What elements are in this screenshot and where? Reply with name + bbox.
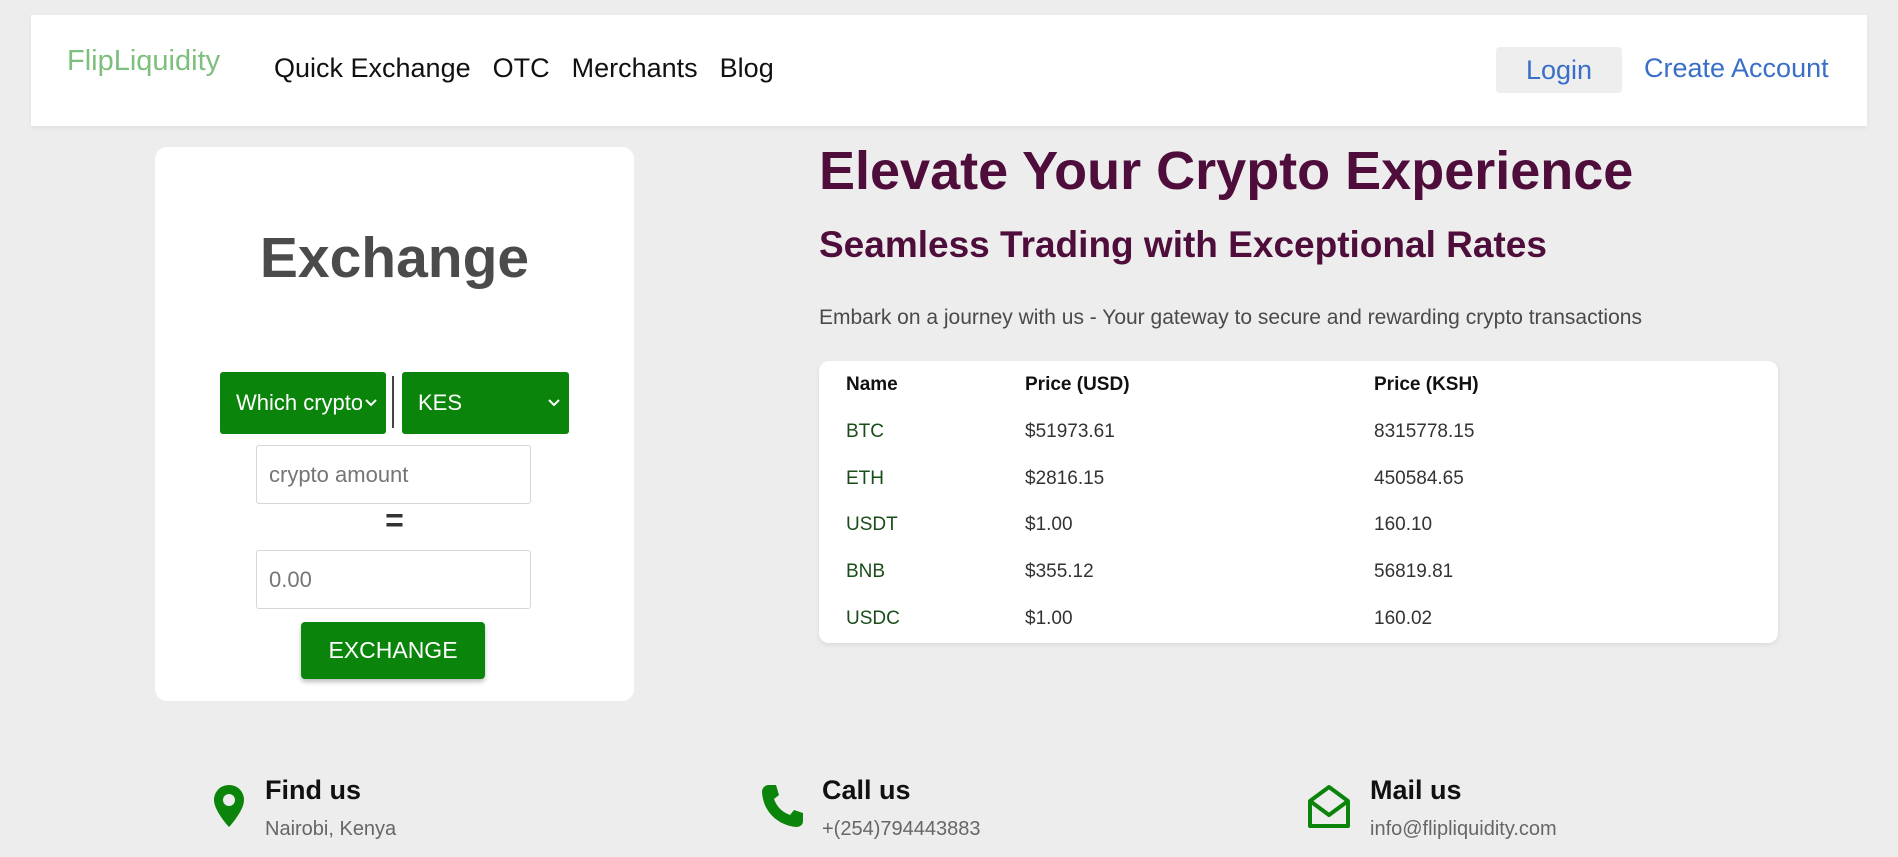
exchange-button[interactable]: EXCHANGE — [301, 622, 485, 679]
nav-quick-exchange[interactable]: Quick Exchange — [274, 53, 471, 84]
contact-title: Call us — [822, 775, 911, 805]
coin-name: USDC — [846, 608, 900, 629]
nav-blog[interactable]: Blog — [720, 53, 774, 84]
contact-title: Mail us — [1370, 775, 1462, 805]
fiat-select-value: KES — [418, 390, 463, 415]
brand-logo[interactable]: FlipLiquidity — [67, 45, 220, 78]
coin-name: USDT — [846, 514, 898, 535]
exchange-card: Exchange Which crypto KES = EXCHANGE — [155, 147, 634, 701]
contact-title: Find us — [265, 775, 361, 805]
hero-description: Embark on a journey with us - Your gatew… — [819, 306, 1642, 329]
table-row: BNB $355.12 56819.81 — [819, 561, 1778, 601]
price-ksh: 56819.81 — [1374, 561, 1454, 582]
contact-address: Nairobi, Kenya — [265, 818, 397, 840]
price-usd: $2816.15 — [1025, 468, 1105, 489]
crypto-price-table: Name Price (USD) Price (KSH) BTC $51973.… — [819, 361, 1778, 643]
phone-icon — [760, 783, 804, 834]
table-row: USDT $1.00 160.10 — [819, 514, 1778, 554]
crypto-amount-input[interactable] — [256, 445, 531, 504]
top-navbar: FlipLiquidity Quick Exchange OTC Merchan… — [31, 15, 1867, 126]
column-header-usd: Price (USD) — [1025, 374, 1130, 395]
table-row: USDC $1.00 160.02 — [819, 608, 1778, 648]
login-button[interactable]: Login — [1496, 47, 1622, 93]
create-account-link[interactable]: Create Account — [1644, 53, 1829, 84]
price-usd: $355.12 — [1025, 561, 1094, 582]
contact-email[interactable]: info@flipliquidity.com — [1370, 818, 1557, 841]
coin-name: BNB — [846, 561, 886, 582]
coin-name: BTC — [846, 421, 884, 442]
select-divider — [392, 376, 394, 428]
crypto-select[interactable]: Which crypto — [220, 372, 386, 434]
chevron-down-icon — [362, 372, 380, 434]
column-header-name: Name — [846, 374, 898, 395]
nav-otc[interactable]: OTC — [493, 53, 550, 84]
price-usd: $1.00 — [1025, 608, 1073, 629]
converted-amount-field[interactable] — [256, 550, 531, 609]
crypto-select-value: Which crypto — [236, 390, 364, 415]
contact-phone[interactable]: +(254)794443883 — [822, 818, 980, 841]
table-header-row: Name Price (USD) Price (KSH) — [819, 374, 1778, 414]
price-usd: $1.00 — [1025, 514, 1073, 535]
price-ksh: 160.10 — [1374, 514, 1433, 535]
equals-sign: = — [385, 502, 404, 538]
price-ksh: 450584.65 — [1374, 468, 1464, 489]
table-row: ETH $2816.15 450584.65 — [819, 468, 1778, 508]
location-pin-icon — [212, 784, 246, 833]
main-nav: Quick Exchange OTC Merchants Blog — [274, 53, 796, 84]
table-row: BTC $51973.61 8315778.15 — [819, 421, 1778, 461]
price-usd: $51973.61 — [1025, 421, 1115, 442]
exchange-title: Exchange — [259, 226, 530, 290]
hero-subtitle: Seamless Trading with Exceptional Rates — [819, 224, 1547, 265]
price-ksh: 160.02 — [1374, 608, 1433, 629]
nav-merchants[interactable]: Merchants — [572, 53, 698, 84]
column-header-ksh: Price (KSH) — [1374, 374, 1479, 395]
coin-name: ETH — [846, 468, 884, 489]
fiat-select[interactable]: KES — [402, 372, 569, 434]
hero-title: Elevate Your Crypto Experience — [819, 141, 1634, 201]
envelope-open-icon — [1307, 783, 1351, 834]
chevron-down-icon — [545, 372, 563, 434]
price-ksh: 8315778.15 — [1374, 421, 1475, 442]
